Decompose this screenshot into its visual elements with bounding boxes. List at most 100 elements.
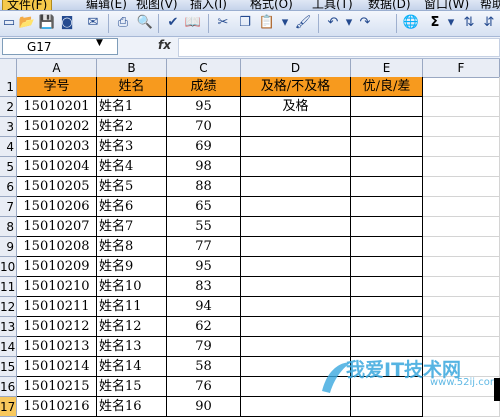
empty-cell[interactable]: [423, 177, 500, 197]
row-header[interactable]: 2: [0, 97, 17, 117]
cell-grade[interactable]: [351, 337, 423, 357]
cell-score[interactable]: 62: [167, 317, 241, 337]
cell-pass-fail[interactable]: [241, 217, 351, 237]
chevron-down-icon[interactable]: ▼: [96, 38, 103, 48]
cell-score[interactable]: 55: [167, 217, 241, 237]
cell-score[interactable]: 79: [167, 337, 241, 357]
cell-pass-fail[interactable]: 及格: [241, 97, 351, 117]
email-icon[interactable]: ✉: [84, 14, 102, 32]
cell-name[interactable]: 姓名5: [97, 177, 167, 197]
cell-score[interactable]: 95: [167, 257, 241, 277]
cell-student-id[interactable]: 15010210: [17, 277, 97, 297]
row-header[interactable]: 17: [0, 397, 17, 417]
cell-pass-fail[interactable]: [241, 277, 351, 297]
row-header[interactable]: 8: [0, 217, 17, 237]
menu-file[interactable]: 文件(F): [2, 0, 53, 10]
empty-cell[interactable]: [423, 137, 500, 157]
row-header[interactable]: 9: [0, 237, 17, 257]
cell-grade[interactable]: [351, 197, 423, 217]
cell-name[interactable]: 姓名9: [97, 257, 167, 277]
paste-icon[interactable]: 📋: [258, 14, 276, 32]
cell-grade[interactable]: [351, 397, 423, 417]
menu-format[interactable]: 格式(O): [250, 0, 293, 10]
cell-student-id[interactable]: 15010213: [17, 337, 97, 357]
menu-data[interactable]: 数据(D): [368, 0, 411, 10]
cell-student-id[interactable]: 15010205: [17, 177, 97, 197]
empty-cell[interactable]: [423, 277, 500, 297]
cell-grade[interactable]: [351, 237, 423, 257]
empty-cell[interactable]: [423, 237, 500, 257]
empty-cell[interactable]: [423, 217, 500, 237]
empty-cell[interactable]: [423, 77, 500, 97]
save-icon[interactable]: 💾: [38, 14, 56, 32]
new-icon[interactable]: ▭: [0, 14, 18, 32]
column-header-b[interactable]: B: [97, 59, 167, 77]
column-header-f[interactable]: F: [423, 59, 500, 77]
print-icon[interactable]: ⎙: [114, 14, 132, 32]
cell-student-id[interactable]: 15010215: [17, 377, 97, 397]
cell-grade[interactable]: [351, 97, 423, 117]
cell-score[interactable]: 95: [167, 97, 241, 117]
cell-student-id[interactable]: 15010204: [17, 157, 97, 177]
chevron-down-icon[interactable]: ▾: [442, 14, 460, 32]
cell-name[interactable]: 姓名13: [97, 337, 167, 357]
cell-pass-fail[interactable]: [241, 177, 351, 197]
cell-name[interactable]: 姓名2: [97, 117, 167, 137]
cell-score[interactable]: 69: [167, 137, 241, 157]
cell-grade[interactable]: [351, 137, 423, 157]
row-header[interactable]: 5: [0, 157, 17, 177]
cell-name[interactable]: 姓名7: [97, 217, 167, 237]
menu-window[interactable]: 窗口(W): [424, 0, 469, 10]
cell-grade[interactable]: [351, 297, 423, 317]
cell-student-id[interactable]: 15010202: [17, 117, 97, 137]
cell-name[interactable]: 姓名8: [97, 237, 167, 257]
permission-icon[interactable]: ◙: [58, 14, 76, 32]
empty-cell[interactable]: [423, 117, 500, 137]
cell-student-id[interactable]: 15010208: [17, 237, 97, 257]
column-header-a[interactable]: A: [17, 59, 97, 77]
cell-student-id[interactable]: 15010209: [17, 257, 97, 277]
cell-name[interactable]: 姓名11: [97, 297, 167, 317]
menu-view[interactable]: 视图(V): [136, 0, 178, 10]
cell-pass-fail[interactable]: [241, 157, 351, 177]
cell-name[interactable]: 姓名6: [97, 197, 167, 217]
cell-score[interactable]: 83: [167, 277, 241, 297]
select-all-corner[interactable]: [0, 59, 17, 77]
cell-pass-fail[interactable]: [241, 297, 351, 317]
cell-pass-fail[interactable]: [241, 197, 351, 217]
cell-score[interactable]: 88: [167, 177, 241, 197]
cell-student-id[interactable]: 15010203: [17, 137, 97, 157]
cell-grade[interactable]: [351, 177, 423, 197]
cell-pass-fail[interactable]: [241, 137, 351, 157]
cell-student-id[interactable]: 15010216: [17, 397, 97, 417]
cell-name[interactable]: 姓名1: [97, 97, 167, 117]
open-icon[interactable]: 📂: [18, 14, 36, 32]
row-header[interactable]: 13: [0, 317, 17, 337]
hyperlink-icon[interactable]: 🌐: [402, 14, 420, 32]
cell-name[interactable]: 姓名10: [97, 277, 167, 297]
row-header[interactable]: 10: [0, 257, 17, 277]
formula-input[interactable]: [178, 38, 500, 57]
cell-student-id[interactable]: 15010206: [17, 197, 97, 217]
menu-edit[interactable]: 编辑(E): [86, 0, 127, 10]
row-header[interactable]: 14: [0, 337, 17, 357]
cell-pass-fail[interactable]: [241, 397, 351, 417]
cell-score[interactable]: 76: [167, 377, 241, 397]
header-cell-score[interactable]: 成绩: [167, 77, 241, 97]
empty-cell[interactable]: [423, 337, 500, 357]
cell-pass-fail[interactable]: [241, 117, 351, 137]
menu-help[interactable]: 帮助: [480, 0, 500, 10]
row-header[interactable]: 15: [0, 357, 17, 377]
cell-grade[interactable]: [351, 217, 423, 237]
row-header[interactable]: 4: [0, 137, 17, 157]
cell-score[interactable]: 77: [167, 237, 241, 257]
cell-name[interactable]: 姓名15: [97, 377, 167, 397]
cell-score[interactable]: 65: [167, 197, 241, 217]
empty-cell[interactable]: [423, 317, 500, 337]
dropdown-arrow-icon[interactable]: ▾: [276, 14, 294, 32]
row-header[interactable]: 1: [0, 77, 17, 97]
cell-name[interactable]: 姓名12: [97, 317, 167, 337]
cell-pass-fail[interactable]: [241, 337, 351, 357]
cell-student-id[interactable]: 15010214: [17, 357, 97, 377]
row-header[interactable]: 12: [0, 297, 17, 317]
